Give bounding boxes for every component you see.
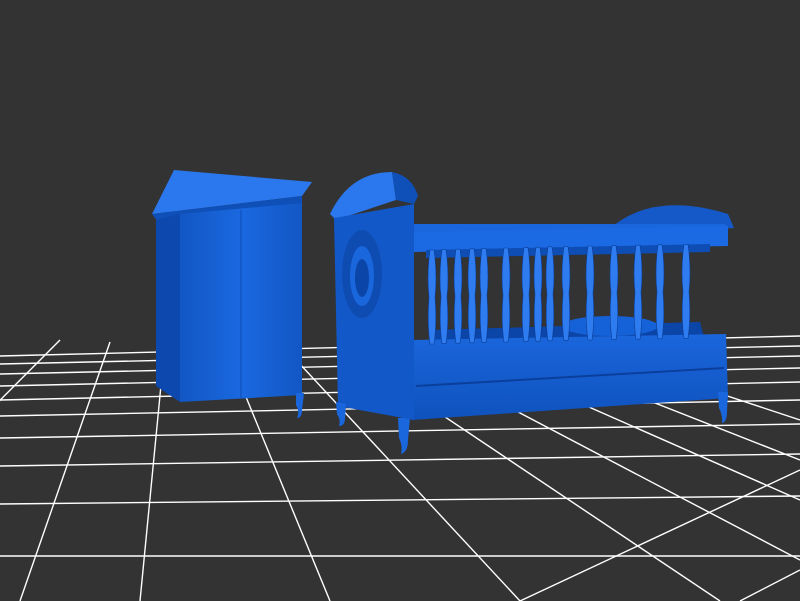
- crib-model[interactable]: [330, 172, 734, 454]
- crib-spindle: [521, 247, 531, 342]
- crib-leg-front-left: [398, 418, 410, 454]
- 3d-viewport[interactable]: [0, 0, 800, 601]
- crib-spindle: [467, 248, 477, 344]
- crib-spindle: [681, 244, 691, 339]
- crib-spindle: [533, 246, 543, 342]
- grid-line: [19, 341, 111, 601]
- grid-line: [0, 339, 61, 402]
- crib-spindle: [655, 244, 665, 340]
- crib-spindle: [427, 249, 437, 345]
- crib-spindle: [453, 248, 463, 344]
- crib-spindle: [439, 249, 449, 344]
- crib-spindle: [585, 245, 595, 341]
- crib-spindle: [501, 247, 511, 343]
- crib-headboard-side-panel: [334, 204, 414, 420]
- crib-headboard-front: [392, 172, 418, 204]
- crib-spindle: [479, 248, 489, 343]
- crib-leg-back-left: [336, 402, 346, 426]
- crib-spindle: [545, 246, 555, 342]
- crib-medallion-center: [355, 259, 369, 297]
- crib-spindle: [633, 244, 643, 340]
- crib-leg-front-right: [718, 392, 728, 423]
- wardrobe-leg: [296, 393, 304, 418]
- scene-canvas[interactable]: [0, 0, 800, 601]
- grid-line: [0, 453, 800, 467]
- wardrobe-model[interactable]: [152, 170, 312, 418]
- grid-line: [519, 469, 800, 601]
- crib-spindle: [561, 246, 571, 341]
- grid-line: [739, 569, 800, 601]
- crib-spindle: [609, 245, 619, 340]
- wardrobe-side: [156, 214, 180, 402]
